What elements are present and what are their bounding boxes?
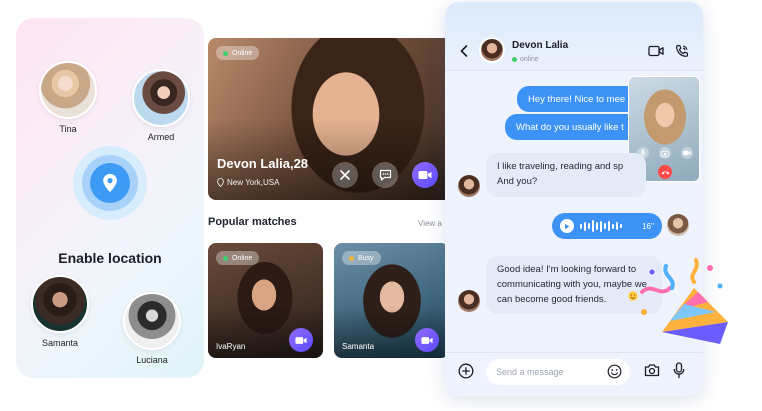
- location-pin-icon: [217, 178, 224, 187]
- nearby-user-samanta[interactable]: Samanta: [31, 275, 89, 348]
- voice-message[interactable]: 16'': [552, 213, 662, 239]
- plus-circle-icon: [458, 363, 474, 379]
- match-name: IvaRyan: [216, 342, 246, 351]
- emoji-button[interactable]: [607, 364, 622, 384]
- back-button[interactable]: [460, 44, 468, 62]
- switch-camera-button[interactable]: [659, 147, 671, 159]
- dislike-button[interactable]: [332, 162, 358, 188]
- user-name: Luciana: [136, 355, 168, 365]
- location-pulse[interactable]: [73, 146, 147, 220]
- video-call-button[interactable]: [648, 44, 664, 62]
- enable-location-label[interactable]: Enable location: [16, 250, 204, 266]
- voice-record-button[interactable]: [673, 362, 685, 384]
- wave-bar: [604, 223, 606, 229]
- contact-name: Devon Lalia: [512, 40, 569, 51]
- contact-avatar: [458, 175, 480, 197]
- contact-avatar[interactable]: [479, 37, 505, 63]
- avatar: [132, 69, 190, 127]
- status-text: Online: [232, 49, 253, 57]
- wave-bar: [596, 222, 598, 230]
- waveform: [580, 220, 636, 232]
- video-icon: [683, 150, 691, 156]
- status-badge: Busy: [342, 251, 381, 265]
- party-popper-icon: [640, 258, 728, 344]
- busy-dot: [349, 255, 354, 261]
- wave-bar: [584, 221, 586, 231]
- microphone-icon: [673, 362, 685, 379]
- my-avatar: [667, 214, 689, 236]
- location-pin-icon: [103, 174, 117, 192]
- location-panel: Tina Armed Enable location Samanta Lucia…: [16, 18, 204, 378]
- status-text: Busy: [358, 254, 374, 262]
- status-badge: Online: [216, 251, 260, 265]
- voice-duration: 16'': [642, 221, 654, 231]
- video-icon: [421, 336, 433, 344]
- video-call-button[interactable]: [412, 162, 438, 188]
- user-name: Armed: [147, 132, 175, 142]
- attach-button[interactable]: [458, 363, 474, 384]
- profile-name: Devon Lalia,28: [217, 156, 309, 171]
- video-icon: [648, 45, 664, 57]
- user-name: Tina: [59, 124, 77, 134]
- hang-up-icon: [661, 170, 669, 174]
- smiley-icon: [607, 364, 622, 379]
- wave-bar: [592, 220, 594, 232]
- voice-call-button[interactable]: [675, 44, 689, 63]
- nearby-user-armed[interactable]: Armed: [132, 69, 190, 142]
- end-call-button[interactable]: [658, 165, 672, 179]
- avatar: [31, 275, 89, 333]
- wave-bar: [608, 221, 610, 231]
- contact-status: online: [512, 56, 539, 63]
- play-button[interactable]: [560, 219, 574, 233]
- play-icon: [565, 223, 570, 229]
- camera-toggle-button[interactable]: [681, 147, 693, 159]
- location-core: [90, 163, 130, 203]
- message-button[interactable]: [372, 162, 398, 188]
- wave-bar: [580, 223, 582, 229]
- video-call-button[interactable]: [415, 328, 439, 352]
- camera-switch-icon: [661, 150, 669, 157]
- chevron-left-icon: [460, 45, 468, 57]
- avatar: [39, 61, 97, 119]
- video-icon: [418, 171, 432, 179]
- video-icon: [295, 336, 307, 344]
- message-outgoing: What do you usually like t: [505, 114, 647, 140]
- blush-emoji-icon: [628, 291, 638, 301]
- camera-button[interactable]: [644, 363, 660, 382]
- location-ring: [82, 155, 138, 211]
- wave-bar: [620, 224, 622, 228]
- match-name: Samanta: [342, 342, 375, 351]
- match-card-ivaryan[interactable]: Online IvaRyan: [208, 243, 323, 358]
- status-badge: Online: [216, 46, 260, 60]
- wave-bar: [600, 220, 602, 232]
- online-dot: [223, 50, 228, 56]
- popular-matches-title: Popular matches: [208, 216, 297, 228]
- view-all-link[interactable]: View a: [418, 219, 442, 228]
- nearby-user-tina[interactable]: Tina: [39, 61, 97, 134]
- close-icon: [340, 170, 350, 180]
- profile-location: New York,USA: [217, 178, 279, 187]
- app-showcase: Tina Armed Enable location Samanta Lucia…: [0, 0, 762, 411]
- online-dot: [223, 255, 228, 261]
- contact-avatar: [458, 290, 480, 312]
- camera-icon: [644, 364, 660, 377]
- avatar: [123, 292, 181, 350]
- chat-icon: [379, 169, 391, 181]
- user-name: Samanta: [41, 338, 79, 348]
- message-incoming: I like traveling, reading and sp And you…: [486, 153, 646, 197]
- match-card-samanta[interactable]: Busy Samanta: [334, 243, 449, 358]
- nearby-user-luciana[interactable]: Luciana: [123, 292, 181, 365]
- featured-profile-card[interactable]: Online Devon Lalia,28 New York,USA: [208, 38, 460, 200]
- status-text: Online: [232, 254, 253, 262]
- location-text: New York,USA: [227, 178, 280, 187]
- wave-bar: [616, 222, 618, 230]
- online-dot: [512, 57, 517, 62]
- phone-icon: [676, 44, 689, 57]
- wave-bar: [612, 223, 614, 229]
- video-call-button[interactable]: [289, 328, 313, 352]
- wave-bar: [588, 223, 590, 229]
- status-text: online: [520, 56, 539, 63]
- header-divider: [445, 70, 703, 71]
